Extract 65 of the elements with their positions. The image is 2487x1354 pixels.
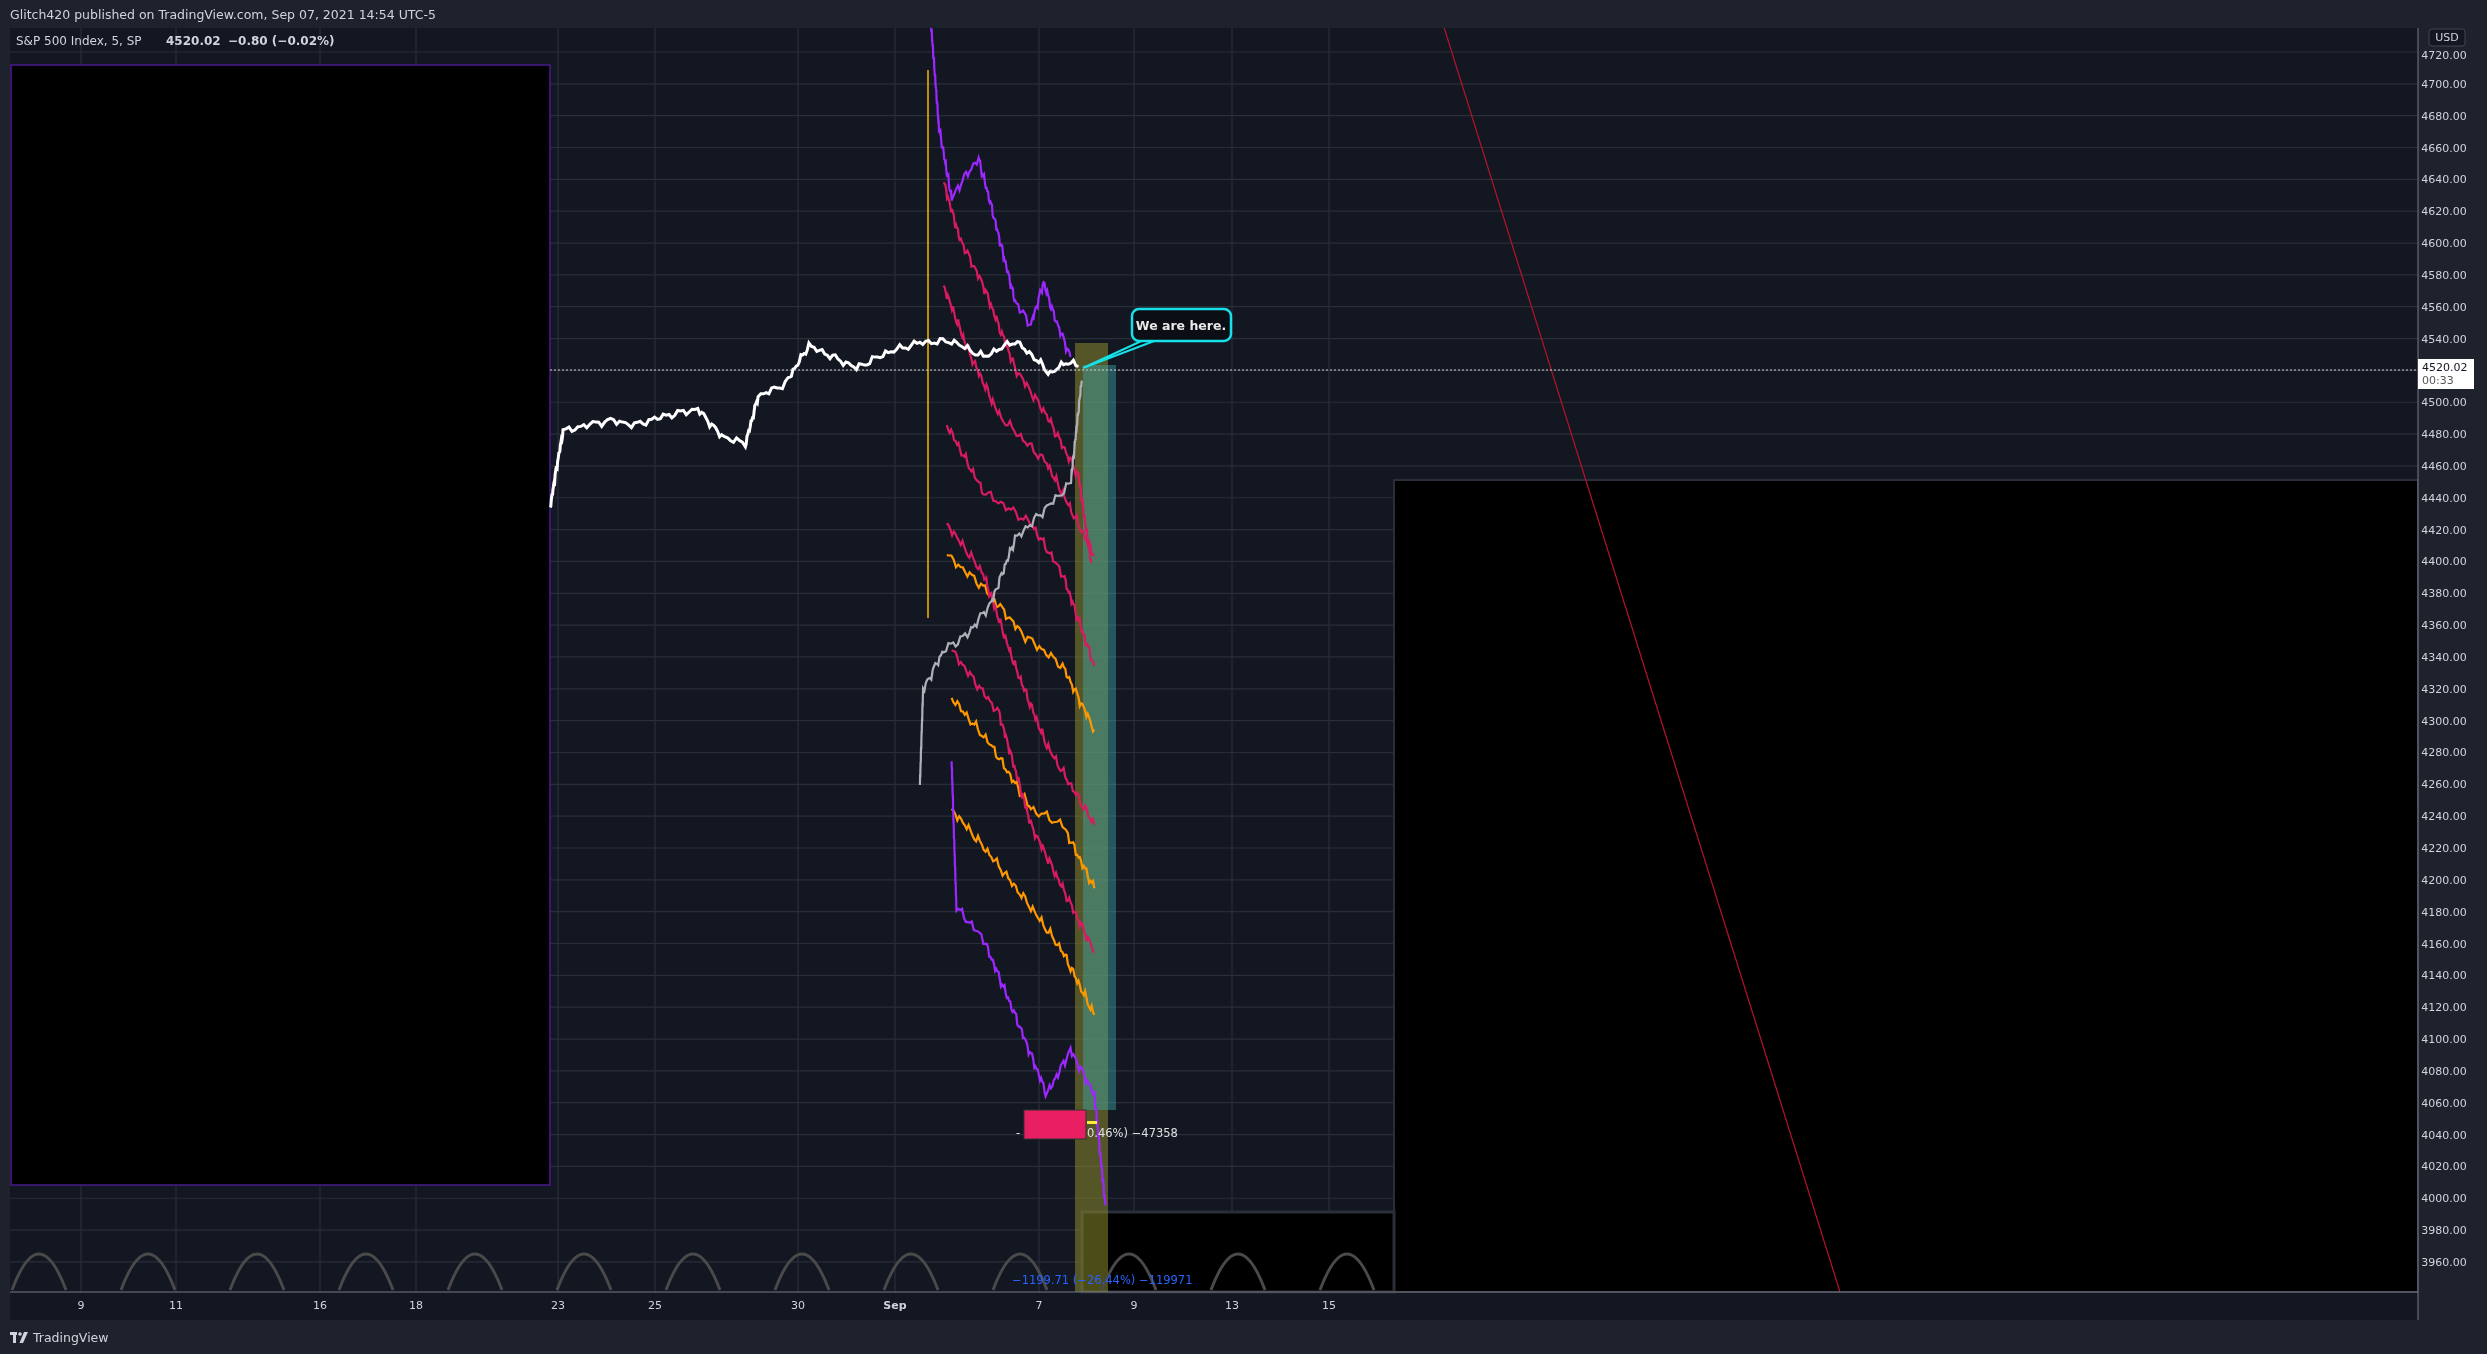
price-tick-label: 4680.00 <box>2421 109 2467 123</box>
price-tick-label: 4480.00 <box>2421 428 2467 442</box>
price-tick-label: 4620.00 <box>2421 205 2467 219</box>
price-tick-label: 4180.00 <box>2421 905 2467 919</box>
time-tick-label: 23 <box>551 1299 565 1312</box>
time-tick-label: 25 <box>648 1299 662 1312</box>
price-tick-label: 4640.00 <box>2421 173 2467 187</box>
time-tick-label: 7 <box>1035 1299 1043 1312</box>
price-tick-label: 4260.00 <box>2421 778 2467 792</box>
price-tick-label: 4360.00 <box>2421 619 2467 633</box>
time-tick-label: 9 <box>1130 1299 1138 1312</box>
current-price-badge <box>2418 359 2474 389</box>
price-tick-label: 4560.00 <box>2421 300 2467 314</box>
price-tick-label: 4340.00 <box>2421 650 2467 664</box>
currency-label: USD <box>2435 31 2459 44</box>
price-tick-label: 4300.00 <box>2421 714 2467 728</box>
price-tick-label: 4240.00 <box>2421 810 2467 824</box>
time-tick-label: 13 <box>1225 1299 1239 1312</box>
marker-dash <box>1087 1121 1097 1124</box>
time-tick-label: 9 <box>77 1299 85 1312</box>
price-tick-label: 4160.00 <box>2421 937 2467 951</box>
price-tick-label: 4380.00 <box>2421 587 2467 601</box>
price-tick-label: 4580.00 <box>2421 268 2467 282</box>
tradingview-logo-icon <box>10 1331 28 1343</box>
price-tick-label: 4400.00 <box>2421 555 2467 569</box>
currency-badge <box>2428 28 2466 47</box>
range-label: −1199.71 (−26.44%) −119971 <box>1012 1273 1193 1287</box>
price-tick-label: 4060.00 <box>2421 1096 2467 1110</box>
time-tick-label: 18 <box>409 1299 423 1312</box>
last-price: 4520.02 <box>166 34 221 48</box>
time-tick-label: 11 <box>169 1299 183 1312</box>
price-tick-label: 4000.00 <box>2421 1192 2467 1206</box>
price-tick-label: 4420.00 <box>2421 523 2467 537</box>
countdown-label: 00:33 <box>2422 374 2454 387</box>
price-tick-label: 4660.00 <box>2421 141 2467 155</box>
price-tick-label: 4460.00 <box>2421 459 2467 473</box>
price-tick-label: 4020.00 <box>2421 1160 2467 1174</box>
measure-label: - <box>1016 1126 1021 1140</box>
price-tick-label: 4120.00 <box>2421 1001 2467 1015</box>
callout-text: We are here. <box>1135 318 1227 333</box>
time-tick-label: 30 <box>791 1299 805 1312</box>
brand-name: TradingView <box>33 1329 109 1345</box>
price-tick-label: 4320.00 <box>2421 682 2467 696</box>
price-tick-label: 4720.00 <box>2421 49 2467 62</box>
price-tick-label: 4700.00 <box>2421 77 2467 91</box>
price-tick-label: 4440.00 <box>2421 491 2467 505</box>
price-tick-label: 4500.00 <box>2421 396 2467 410</box>
price-tick-label: 4100.00 <box>2421 1033 2467 1047</box>
price-tick-label: 4220.00 <box>2421 842 2467 855</box>
price-change: −0.80 (−0.02%) <box>228 34 335 48</box>
price-tick-label: 4540.00 <box>2421 332 2467 346</box>
price-tick-label: 4040.00 <box>2421 1128 2467 1142</box>
time-tick-label: 15 <box>1322 1299 1336 1312</box>
time-tick-label: Sep <box>883 1299 907 1312</box>
publish-info: Glitch420 published on TradingView.com, Sep 07, 2021 14:54 UTC-5 <box>10 6 436 22</box>
price-tick-label: 4280.00 <box>2421 746 2467 760</box>
price-tick-label: 3980.00 <box>2421 1224 2467 1238</box>
symbol-name: S&P 500 Index, 5, SP <box>16 34 142 48</box>
time-tick-label: 16 <box>313 1299 327 1312</box>
price-tick-label: 4200.00 <box>2421 873 2467 887</box>
price-tick-label: 4080.00 <box>2421 1064 2467 1078</box>
price-tick-label: 4140.00 <box>2421 969 2467 983</box>
price-tick-label: 3960.00 <box>2421 1255 2467 1269</box>
current-price-label: 4520.02 <box>2422 361 2468 374</box>
price-tick-label: 4600.00 <box>2421 237 2467 251</box>
